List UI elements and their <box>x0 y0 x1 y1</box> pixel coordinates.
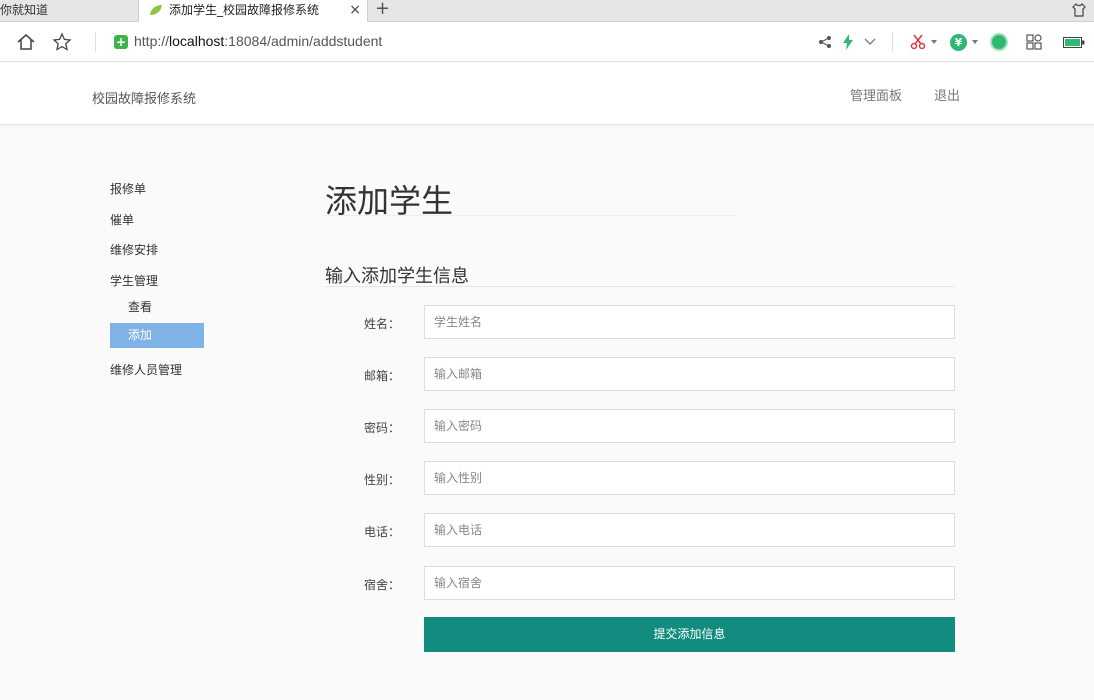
name-input[interactable] <box>424 305 955 339</box>
home-icon[interactable] <box>16 32 36 52</box>
url-field[interactable]: http://localhost:18084/admin/addstudent <box>134 33 382 49</box>
gender-input[interactable] <box>424 461 955 495</box>
chevron-down-icon[interactable] <box>931 40 937 44</box>
email-input[interactable] <box>424 357 955 391</box>
shirt-icon[interactable] <box>1072 3 1086 17</box>
yen-icon[interactable]: ¥ <box>950 34 967 51</box>
phone-input[interactable] <box>424 513 955 547</box>
sidebar-item-repair-schedule[interactable]: 维修安排 <box>110 241 158 258</box>
password-label: 密码： <box>363 421 400 435</box>
sidebar-item-repair-orders[interactable]: 报修单 <box>110 180 146 197</box>
app-header: 校园故障报修系统 管理面板 退出 <box>0 63 1094 125</box>
address-bar: + http://localhost:18084/admin/addstuden… <box>0 22 1094 62</box>
sidebar-item-student-management[interactable]: 学生管理 <box>110 272 158 289</box>
star-icon[interactable] <box>52 32 72 52</box>
browser-tab-active[interactable]: 添加学生_校园故障报修系统 × <box>138 0 368 22</box>
phone-label: 电话： <box>363 525 400 539</box>
tab-label: 你就知道 <box>0 3 49 17</box>
secure-icon[interactable]: + <box>114 35 128 49</box>
scissors-icon[interactable] <box>910 34 926 50</box>
url-host: localhost <box>169 33 225 49</box>
new-tab-button[interactable]: + <box>375 0 390 19</box>
share-icon[interactable] <box>818 35 832 49</box>
email-label: 邮箱： <box>363 369 400 383</box>
browser-tab-bar: 你就知道 添加学生_校园故障报修系统 × + <box>0 0 1094 22</box>
divider <box>325 215 735 216</box>
section-title: 输入添加学生信息 <box>325 266 469 287</box>
chevron-down-icon[interactable] <box>864 38 876 46</box>
lightning-icon[interactable] <box>842 34 854 50</box>
apps-icon[interactable] <box>1026 34 1042 50</box>
nav-dashboard-link[interactable]: 管理面板 <box>850 85 902 104</box>
url-path: :18084/admin/addstudent <box>224 33 383 49</box>
dorm-label: 宿舍： <box>363 578 400 592</box>
submit-button[interactable]: 提交添加信息 <box>424 617 955 652</box>
sidebar-item-reminders[interactable]: 催单 <box>110 211 134 228</box>
divider <box>892 32 893 52</box>
url-prefix: http:// <box>134 33 170 49</box>
sidebar-subitem-view[interactable]: 查看 <box>128 298 152 315</box>
sidebar-item-repairman-management[interactable]: 维修人员管理 <box>110 361 182 378</box>
gender-label: 性别： <box>363 473 400 487</box>
tab-label: 添加学生_校园故障报修系统 <box>169 3 320 17</box>
dorm-input[interactable] <box>424 566 955 600</box>
chevron-down-icon[interactable] <box>972 40 978 44</box>
divider <box>325 286 955 287</box>
close-tab-icon[interactable]: × <box>349 0 361 20</box>
nav-logout-link[interactable]: 退出 <box>934 85 960 104</box>
browser-tab[interactable]: 你就知道 <box>0 0 138 22</box>
password-input[interactable] <box>424 409 955 443</box>
sidebar-subitem-add[interactable]: 添加 <box>110 323 204 348</box>
battery-icon[interactable] <box>1063 37 1085 48</box>
divider <box>95 32 96 52</box>
leaf-icon <box>150 5 162 15</box>
wechat-icon[interactable] <box>990 33 1008 51</box>
name-label: 姓名： <box>363 317 400 331</box>
brand-title[interactable]: 校园故障报修系统 <box>92 88 196 107</box>
